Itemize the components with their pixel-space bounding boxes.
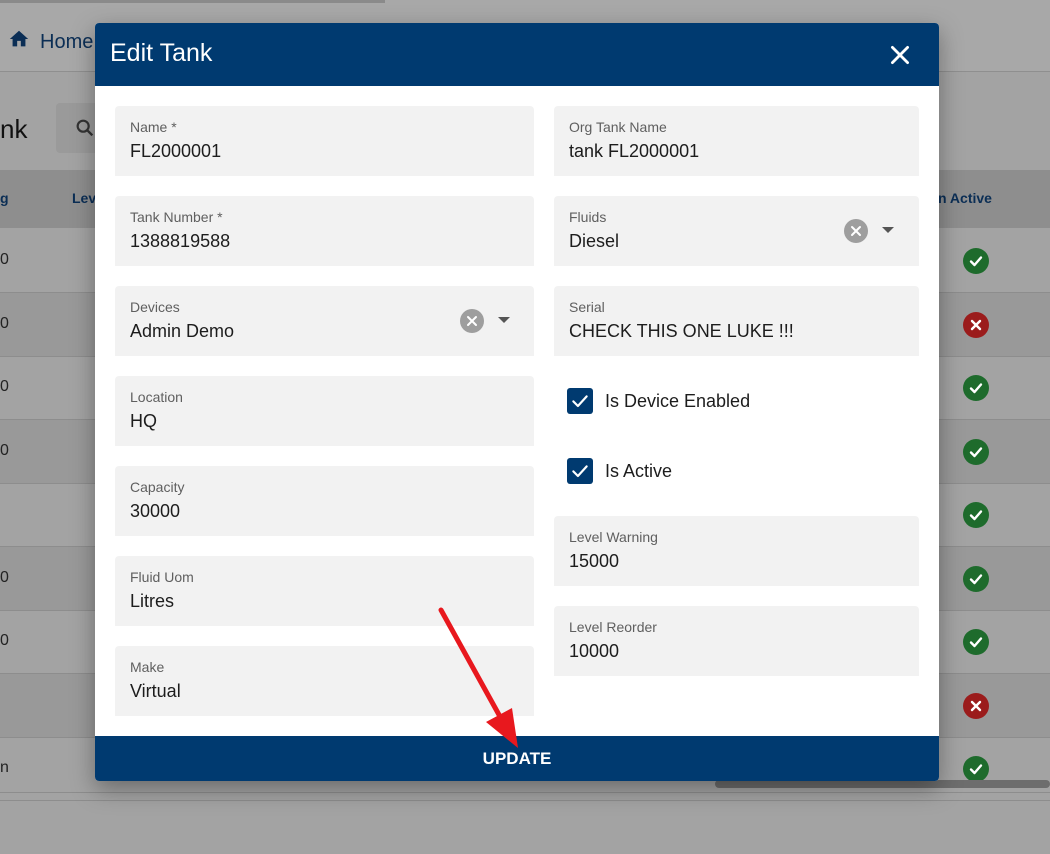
capacity-label: Capacity: [130, 479, 185, 495]
table-cell: 0: [0, 378, 9, 395]
check-circle-icon: [963, 629, 989, 655]
is-active-label: Is Active: [605, 460, 673, 481]
capacity-field[interactable]: Capacity 30000: [115, 466, 534, 536]
check-circle-icon: [963, 502, 989, 528]
table-cell: n: [0, 759, 9, 776]
org-tank-name-value: tank FL2000001: [569, 141, 700, 161]
level-reorder-field[interactable]: Level Reorder 10000: [554, 606, 919, 676]
column-header-level: Lev: [72, 190, 97, 206]
update-button[interactable]: UPDATE: [95, 736, 939, 781]
close-button[interactable]: [887, 42, 913, 68]
search-icon: [76, 119, 94, 137]
home-label: Home: [40, 30, 94, 53]
checkbox-checked[interactable]: [567, 388, 593, 414]
make-field[interactable]: Make Virtual: [115, 646, 534, 716]
serial-field[interactable]: Serial CHECK THIS ONE LUKE !!!: [554, 286, 919, 356]
make-label: Make: [130, 659, 165, 675]
level-reorder-value: 10000: [569, 641, 620, 661]
org-tank-name-field[interactable]: Org Tank Name tank FL2000001: [554, 106, 919, 176]
devices-value: Admin Demo: [130, 321, 235, 341]
serial-label: Serial: [569, 299, 605, 315]
name-label: Name *: [130, 119, 177, 135]
level-warning-value: 15000: [569, 551, 620, 571]
x-circle-icon: [963, 311, 989, 338]
edit-tank-dialog: Edit Tank Name * FL2000001 Tank Number *…: [95, 23, 939, 781]
check-circle-icon: [963, 756, 989, 782]
x-circle-icon: [963, 692, 989, 719]
is-device-enabled-checkbox[interactable]: Is Device Enabled: [567, 388, 750, 414]
top-strip: [0, 0, 385, 3]
check-circle-icon: [963, 375, 989, 401]
fluids-label: Fluids: [569, 209, 607, 225]
table-cell: 0: [0, 632, 9, 649]
level-warning-label: Level Warning: [569, 529, 658, 545]
serial-value: CHECK THIS ONE LUKE !!!: [569, 321, 794, 341]
org-tank-name-label: Org Tank Name: [569, 119, 667, 135]
level-reorder-label: Level Reorder: [569, 619, 657, 635]
fluid-uom-field[interactable]: Fluid Uom Litres: [115, 556, 534, 626]
table-bottom-border: [0, 792, 1050, 793]
is-active-checkbox[interactable]: Is Active: [567, 458, 672, 484]
check-circle-icon: [963, 438, 989, 465]
capacity-value: 30000: [130, 501, 181, 521]
home-icon: [8, 28, 30, 56]
check-circle-icon: [963, 248, 989, 274]
dialog-header: Edit Tank: [95, 23, 939, 86]
name-value: FL2000001: [130, 141, 222, 161]
dialog-title: Edit Tank: [110, 39, 213, 67]
fluid-uom-label: Fluid Uom: [130, 569, 194, 585]
page-title: nk: [0, 114, 28, 144]
location-value: HQ: [130, 411, 157, 431]
column-header-active: n Active: [938, 190, 992, 206]
location-field[interactable]: Location HQ: [115, 376, 534, 446]
devices-label: Devices: [130, 299, 180, 315]
name-field[interactable]: Name * FL2000001: [115, 106, 534, 176]
table-cell: 0: [0, 251, 9, 268]
table-cell: 0: [0, 568, 9, 586]
make-value: Virtual: [130, 681, 181, 701]
level-warning-field[interactable]: Level Warning 15000: [554, 516, 919, 586]
tank-number-label: Tank Number *: [130, 209, 223, 225]
is-device-enabled-label: Is Device Enabled: [605, 390, 751, 411]
chevron-down-icon[interactable]: [498, 317, 510, 323]
fluids-value: Diesel: [569, 231, 620, 251]
tank-number-value: 1388819588: [130, 231, 231, 251]
check-icon: [572, 395, 588, 408]
table-cell: 0: [0, 314, 9, 332]
fluids-select[interactable]: Fluids Diesel: [554, 196, 919, 266]
close-icon: [891, 46, 909, 64]
fluid-uom-value: Litres: [130, 591, 175, 611]
clear-icon[interactable]: [460, 309, 484, 333]
tank-number-field[interactable]: Tank Number * 1388819588: [115, 196, 534, 266]
chevron-down-icon[interactable]: [882, 227, 894, 233]
check-icon: [572, 465, 588, 478]
home-link[interactable]: Home: [8, 28, 93, 56]
table-cell: 0: [0, 441, 9, 459]
horizontal-scrollbar[interactable]: [715, 780, 1050, 788]
check-circle-icon: [963, 565, 989, 592]
clear-icon[interactable]: [844, 219, 868, 243]
devices-select[interactable]: Devices Admin Demo: [115, 286, 534, 356]
checkbox-checked[interactable]: [567, 458, 593, 484]
column-header: g: [0, 190, 9, 206]
location-label: Location: [130, 389, 183, 405]
